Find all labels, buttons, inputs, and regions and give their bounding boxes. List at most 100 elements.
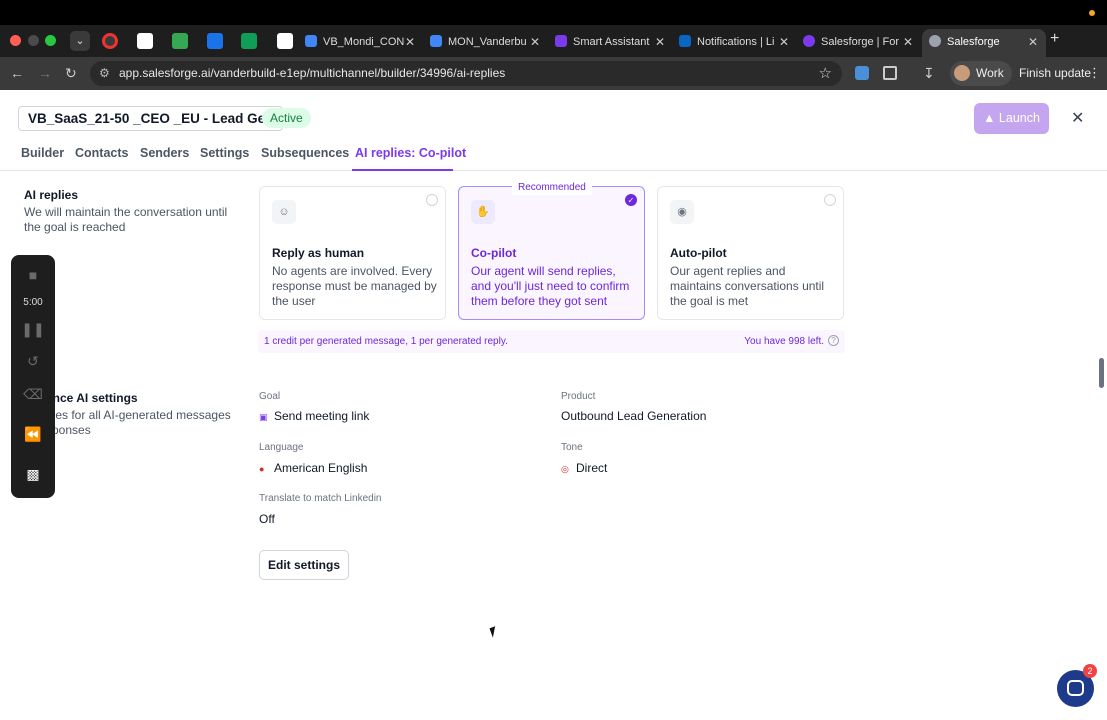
notification-badge: 2 <box>1083 664 1097 678</box>
chat-icon <box>1067 680 1084 696</box>
eye-icon: ◉ <box>670 200 694 224</box>
pinned-tab-record-icon[interactable] <box>102 33 118 49</box>
tone-label: Tone <box>561 442 583 453</box>
language-text: American English <box>274 461 368 475</box>
back-icon[interactable]: ← <box>10 65 24 81</box>
scrollbar[interactable] <box>1099 358 1104 388</box>
minimize-window-button[interactable] <box>28 35 39 46</box>
linkedin-icon <box>679 35 691 47</box>
browser-tab-label: Notifications | Li <box>697 36 775 48</box>
option-auto-pilot[interactable]: ◉ Auto-pilot Our agent replies and maint… <box>657 186 844 320</box>
rewind-icon[interactable]: ⏪ <box>11 426 55 443</box>
browser-tab-label: Salesforge <box>947 36 1000 48</box>
browser-menu-icon[interactable]: ⋮ <box>1088 65 1101 81</box>
recommended-badge: Recommended <box>512 180 592 195</box>
camera-icon[interactable]: ▩ <box>11 466 55 483</box>
ai-replies-description: We will maintain the conversation until … <box>24 205 228 234</box>
launch-label: Launch <box>998 111 1040 125</box>
credit-info-bar: 1 credit per generated message, 1 per ge… <box>258 330 845 353</box>
option-radio[interactable] <box>426 194 438 206</box>
browser-tab-6-active[interactable]: Salesforge ✕ <box>922 29 1046 57</box>
close-tab-icon[interactable]: ✕ <box>405 29 415 55</box>
tone-value: ◎ Direct <box>561 461 607 475</box>
close-tab-icon[interactable]: ✕ <box>655 29 665 55</box>
forward-icon[interactable]: → <box>38 65 52 81</box>
option-title: Auto-pilot <box>670 246 727 260</box>
close-icon[interactable]: ✕ <box>1071 108 1084 128</box>
docs-icon <box>305 35 317 47</box>
profile-label: Work <box>976 66 1004 80</box>
reload-icon[interactable]: ↻ <box>65 65 77 82</box>
browser-toolbar: ← → ↻ ⚙ app.salesforge.ai/vanderbuild-e1… <box>0 57 1107 90</box>
mouse-cursor <box>489 626 499 638</box>
tab-builder[interactable]: Builder <box>21 146 64 160</box>
calendar-icon: ▣ <box>259 412 268 422</box>
tab-contacts[interactable]: Contacts <box>75 146 128 160</box>
extension-icon[interactable] <box>855 66 869 80</box>
finish-update-button[interactable]: Finish update <box>1019 66 1091 80</box>
language-value: ● American English <box>259 461 367 475</box>
rocket-icon: ▲ <box>983 111 999 125</box>
launch-button[interactable]: ▲ Launch <box>974 103 1049 134</box>
browser-tab-label: Salesforge | For <box>821 36 900 48</box>
product-value: Outbound Lead Generation <box>561 409 707 423</box>
ai-settings-title: ence AI settings <box>46 391 138 405</box>
target-icon: ◎ <box>561 464 569 474</box>
pinned-tab-drive-icon[interactable] <box>172 33 188 49</box>
salesforge-icon <box>929 35 941 47</box>
tab-senders[interactable]: Senders <box>140 146 189 160</box>
extensions-puzzle-icon[interactable] <box>883 66 897 80</box>
tab-subsequences[interactable]: Subsequences <box>261 146 349 160</box>
translate-label: Translate to match Linkedin <box>259 493 382 504</box>
browser-tab-3[interactable]: Smart Assistant ✕ <box>555 29 673 57</box>
translate-value: Off <box>259 512 275 526</box>
page-content: VB_SaaS_21-50 _CEO _EU - Lead Gen Active… <box>0 90 1107 720</box>
close-tab-icon[interactable]: ✕ <box>903 29 913 55</box>
browser-tab-2[interactable]: MON_Vanderbu ✕ <box>430 29 548 57</box>
bookmark-star-icon[interactable]: ☆ <box>819 64 832 82</box>
option-co-pilot[interactable]: ✋ ✓ Co-pilot Our agent will send replies… <box>458 186 645 320</box>
trash-icon[interactable]: ⌫ <box>11 386 55 403</box>
browser-tab-5[interactable]: Salesforge | For ✕ <box>803 29 921 57</box>
option-radio[interactable] <box>824 194 836 206</box>
new-tab-icon[interactable]: + <box>1050 30 1059 48</box>
option-description: Our agent will send replies, and you'll … <box>471 264 630 308</box>
browser-tab-4[interactable]: Notifications | Li ✕ <box>679 29 797 57</box>
tab-settings[interactable]: Settings <box>200 146 249 160</box>
option-description: Our agent replies and maintains conversa… <box>670 264 825 308</box>
maximize-window-button[interactable] <box>45 35 56 46</box>
credit-note: 1 credit per generated message, 1 per ge… <box>264 336 508 347</box>
goal-label: Goal <box>259 391 281 402</box>
address-bar[interactable]: ⚙ app.salesforge.ai/vanderbuild-e1ep/mul… <box>90 61 842 86</box>
stop-icon[interactable]: ■ <box>11 267 55 283</box>
restart-icon[interactable]: ↺ <box>11 353 55 370</box>
close-tab-icon[interactable]: ✕ <box>779 29 789 55</box>
pinned-tab-app-icon[interactable] <box>277 33 293 49</box>
option-radio-checked[interactable]: ✓ <box>625 194 637 206</box>
pinned-tab-calendar-icon[interactable] <box>207 33 223 49</box>
url-text: app.salesforge.ai/vanderbuild-e1ep/multi… <box>119 66 506 80</box>
ai-settings-description: ines for all AI-generated messages spons… <box>46 408 231 437</box>
screen-recorder-panel: ■ 5:00 ❚❚ ↺ ⌫ ⏪ ▩ <box>11 255 55 498</box>
edit-settings-button[interactable]: Edit settings <box>259 550 349 580</box>
site-info-icon[interactable]: ⚙ <box>99 66 110 80</box>
profile-button[interactable]: Work <box>950 61 1012 86</box>
option-title: Reply as human <box>272 246 365 260</box>
close-window-button[interactable] <box>10 35 21 46</box>
browser-tab-1[interactable]: VB_Mondi_CON ✕ <box>305 29 423 57</box>
campaign-name[interactable]: VB_SaaS_21-50 _CEO _EU - Lead Gen <box>18 106 284 131</box>
goal-value: ▣ Send meeting link <box>259 409 369 423</box>
product-label: Product <box>561 391 596 402</box>
tab-ai-replies[interactable]: AI replies: Co-pilot <box>355 146 466 160</box>
help-icon[interactable]: ? <box>828 335 839 346</box>
close-tab-icon[interactable]: ✕ <box>530 29 540 55</box>
tab-search-icon[interactable]: ⌄ <box>70 31 90 51</box>
credits-left: You have 998 left. <box>744 336 824 347</box>
chat-support-button[interactable]: 2 <box>1057 664 1097 707</box>
download-icon[interactable]: ↧ <box>923 65 935 82</box>
pinned-tab-gmail-icon[interactable] <box>137 33 153 49</box>
pinned-tab-sheets-icon[interactable] <box>241 33 257 49</box>
close-tab-icon[interactable]: ✕ <box>1028 29 1038 55</box>
pause-icon[interactable]: ❚❚ <box>11 321 55 338</box>
option-reply-as-human[interactable]: ☺ Reply as human No agents are involved.… <box>259 186 446 320</box>
